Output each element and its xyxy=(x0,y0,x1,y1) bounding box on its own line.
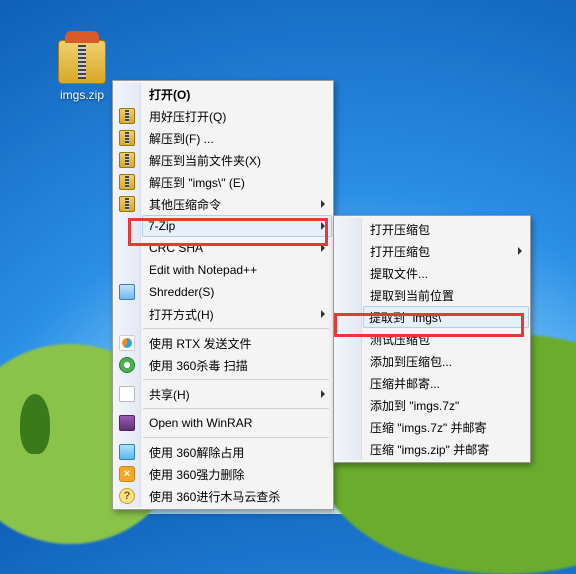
7z-add-to[interactable]: 添加到压缩包... xyxy=(364,350,528,372)
menu-edit-notepadpp[interactable]: Edit with Notepad++ xyxy=(143,259,331,281)
archive-icon xyxy=(119,108,135,124)
force-delete-icon xyxy=(119,466,135,482)
separator xyxy=(143,408,329,409)
menu-other-compress[interactable]: 其他压缩命令 xyxy=(143,193,331,215)
menu-extract-to[interactable]: 解压到(F) ... xyxy=(143,127,331,149)
menu-crc-sha[interactable]: CRC SHA xyxy=(143,237,331,259)
menu-haozip-open[interactable]: 用好压打开(Q) xyxy=(143,105,331,127)
menu-share[interactable]: 共享(H) xyxy=(143,383,331,405)
menu-rtx-send[interactable]: 使用 RTX 发送文件 xyxy=(143,332,331,354)
submenu-arrow-icon xyxy=(321,244,325,252)
7z-compress-zip-mail[interactable]: 压缩 "imgs.zip" 并邮寄 xyxy=(364,438,528,460)
submenu-arrow-icon xyxy=(321,390,325,398)
7z-add-7z[interactable]: 添加到 "imgs.7z" xyxy=(364,394,528,416)
submenu-7zip: 打开压缩包 打开压缩包 提取文件... 提取到当前位置 提取到 "imgs\" … xyxy=(333,215,531,463)
separator xyxy=(143,379,329,380)
menu-winrar[interactable]: Open with WinRAR xyxy=(143,412,331,434)
archive-icon xyxy=(119,196,135,212)
unlock-icon xyxy=(119,444,135,460)
separator xyxy=(143,437,329,438)
menu-7zip[interactable]: 7-Zip xyxy=(142,215,332,237)
archive-icon xyxy=(119,174,135,190)
7z-compress-7z-mail[interactable]: 压缩 "imgs.7z" 并邮寄 xyxy=(364,416,528,438)
menu-extract-imgs[interactable]: 解压到 "imgs\" (E) xyxy=(143,171,331,193)
winrar-icon xyxy=(119,415,135,431)
wallpaper-tree xyxy=(20,394,50,454)
menu-360-cloud-scan[interactable]: 使用 360进行木马云查杀 xyxy=(143,485,331,507)
submenu-arrow-icon xyxy=(518,247,522,255)
share-icon xyxy=(119,386,135,402)
shredder-icon xyxy=(119,284,135,300)
menu-360-unlock[interactable]: 使用 360解除占用 xyxy=(143,441,331,463)
archive-icon xyxy=(119,152,135,168)
shield-360-icon xyxy=(119,357,135,373)
7z-test[interactable]: 测试压缩包 xyxy=(364,328,528,350)
desktop-file-label: imgs.zip xyxy=(50,88,114,102)
7z-extract-to-imgs[interactable]: 提取到 "imgs\" xyxy=(363,306,529,328)
7z-extract-here[interactable]: 提取到当前位置 xyxy=(364,284,528,306)
menu-open-with[interactable]: 打开方式(H) xyxy=(143,303,331,325)
submenu-arrow-icon xyxy=(321,310,325,318)
menu-360-scan[interactable]: 使用 360杀毒 扫描 xyxy=(143,354,331,376)
archive-icon xyxy=(58,40,106,84)
archive-icon xyxy=(119,130,135,146)
cloud-scan-icon xyxy=(119,488,135,504)
7z-compress-mail[interactable]: 压缩并邮寄... xyxy=(364,372,528,394)
menu-360-force-delete[interactable]: 使用 360强力删除 xyxy=(143,463,331,485)
7z-extract-files[interactable]: 提取文件... xyxy=(364,262,528,284)
7z-open-archive[interactable]: 打开压缩包 xyxy=(364,218,528,240)
rtx-icon xyxy=(119,335,135,351)
menu-open[interactable]: 打开(O) xyxy=(143,83,331,105)
context-menu: 打开(O) 用好压打开(Q) 解压到(F) ... 解压到当前文件夹(X) 解压… xyxy=(112,80,334,510)
menu-shredder[interactable]: Shredder(S) xyxy=(143,281,331,303)
menu-extract-here[interactable]: 解压到当前文件夹(X) xyxy=(143,149,331,171)
submenu-arrow-icon xyxy=(321,200,325,208)
submenu-arrow-icon xyxy=(321,222,325,230)
7z-open-archive-sub[interactable]: 打开压缩包 xyxy=(364,240,528,262)
separator xyxy=(143,328,329,329)
desktop-file-zip[interactable]: imgs.zip xyxy=(50,40,114,102)
